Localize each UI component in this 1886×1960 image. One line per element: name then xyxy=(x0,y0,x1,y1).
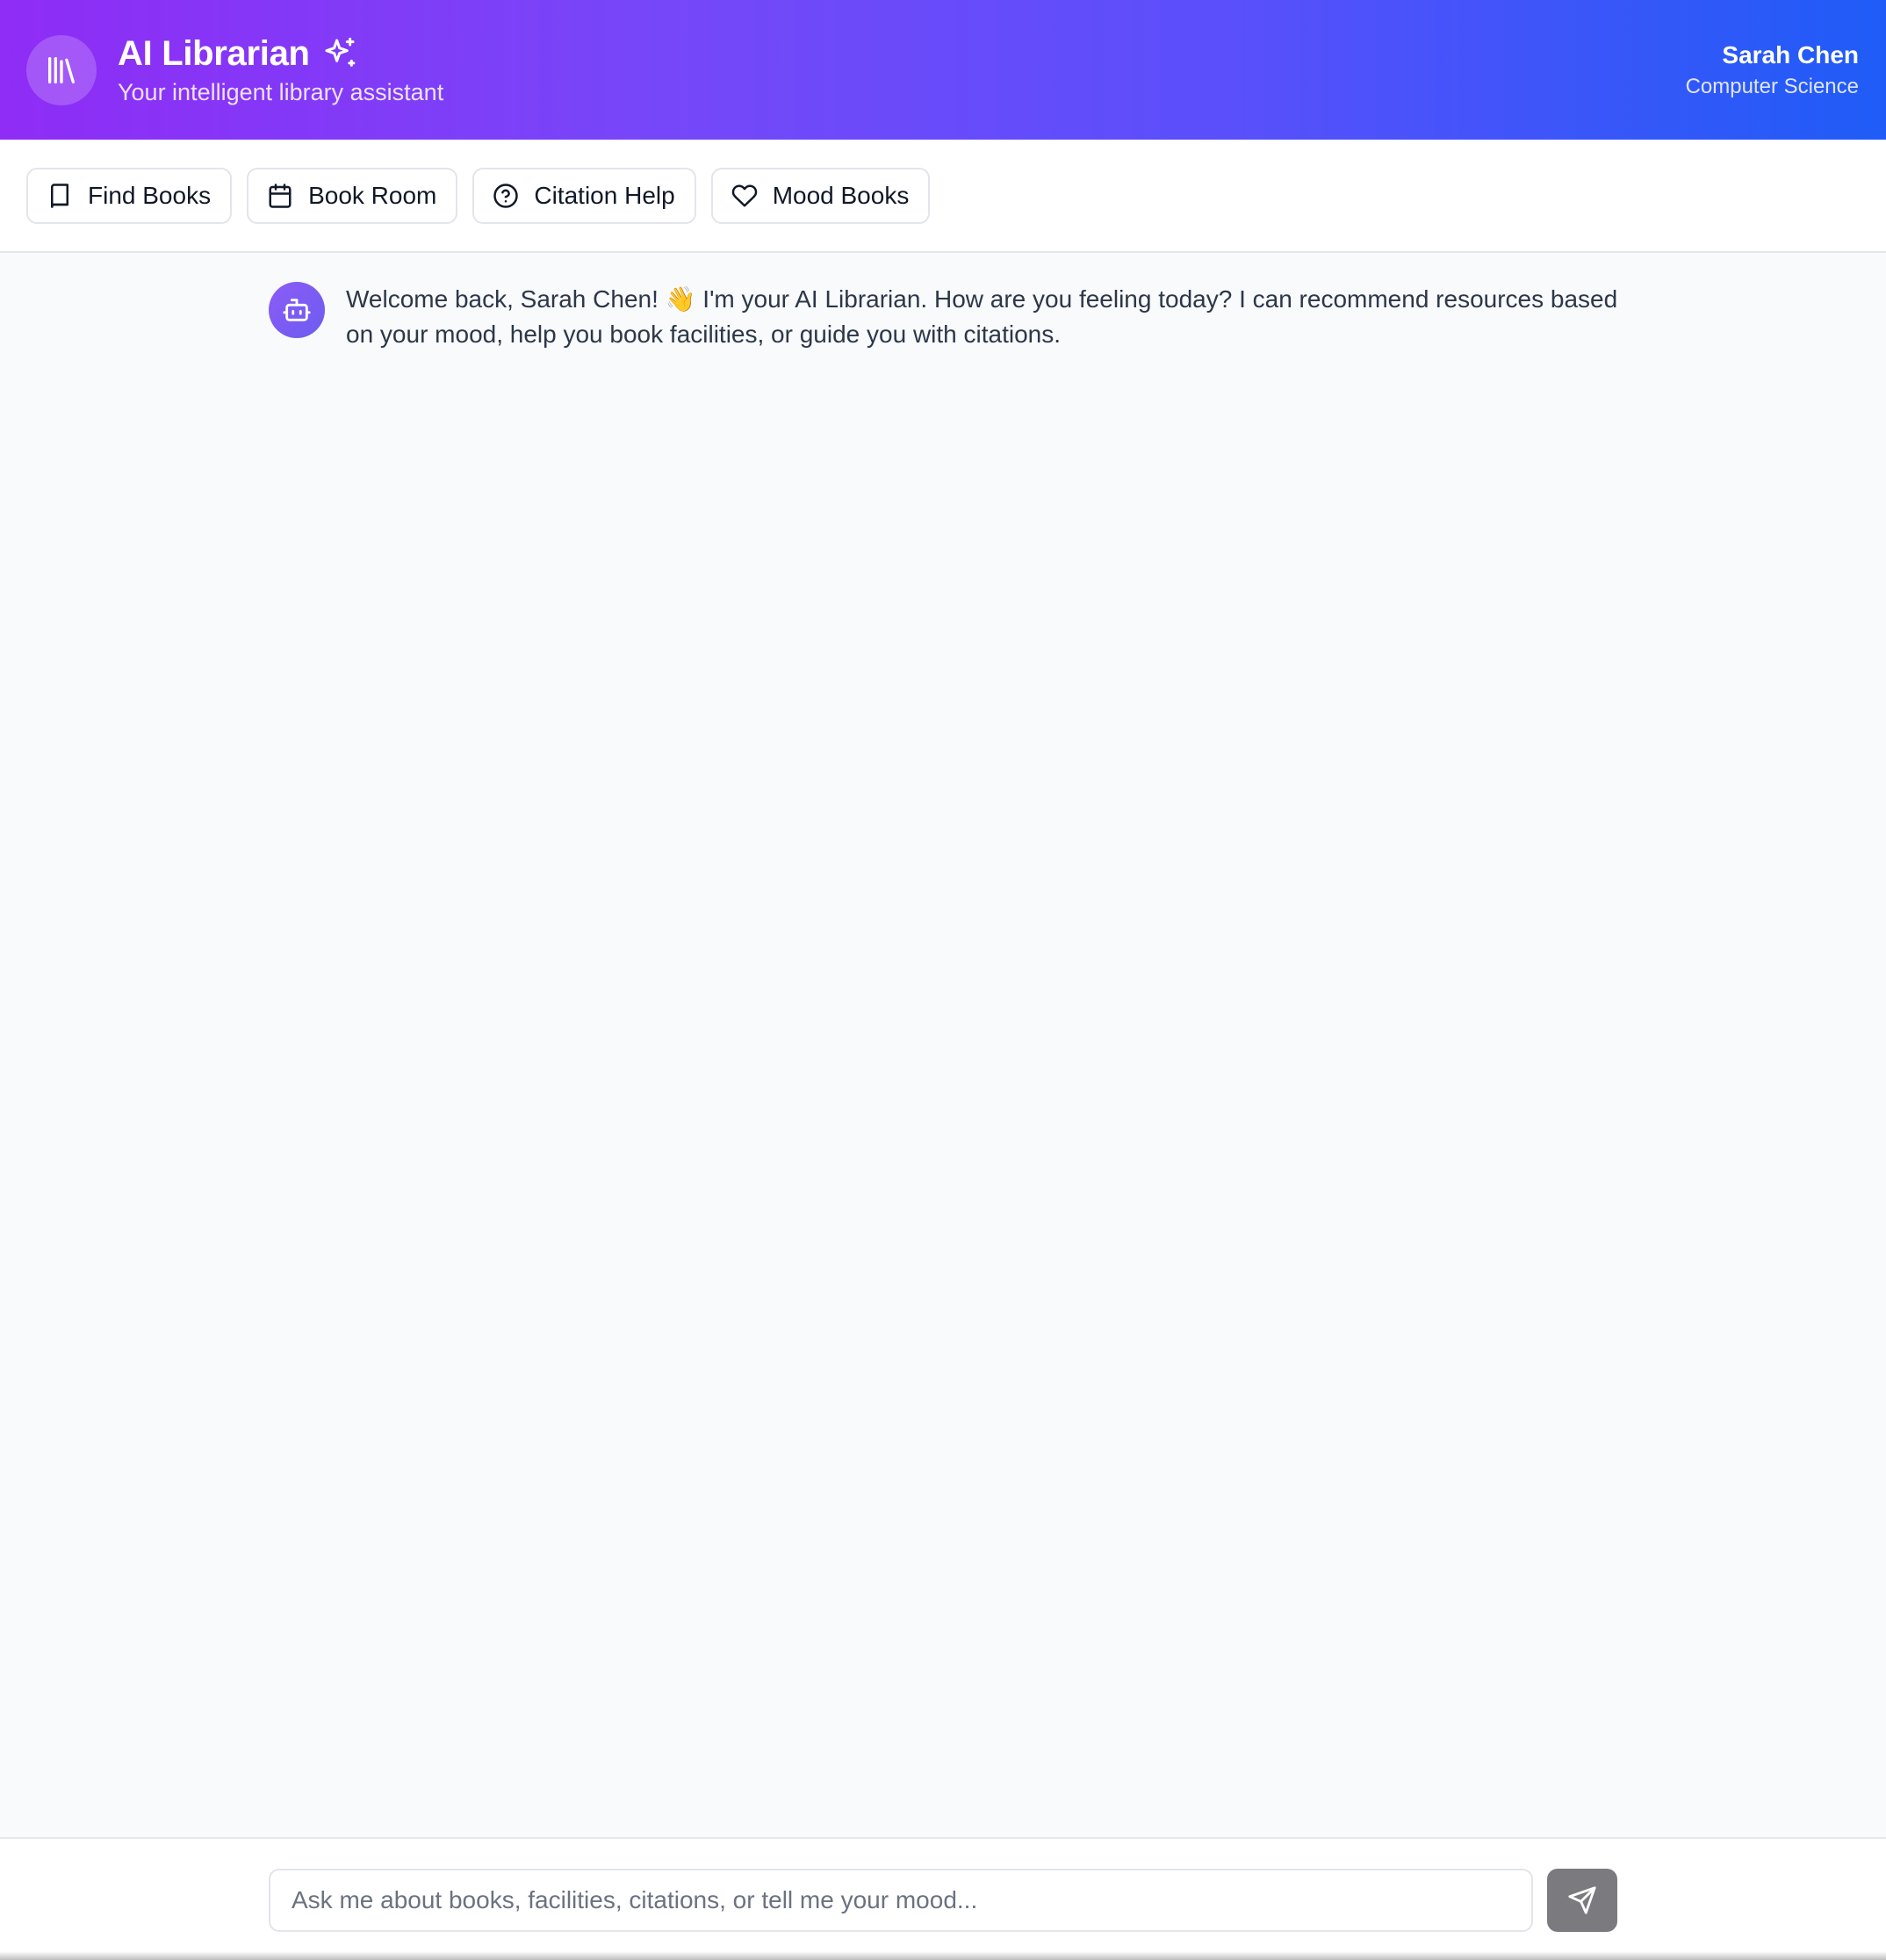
window-bottom-edge xyxy=(0,1951,1886,1960)
mood-books-button[interactable]: Mood Books xyxy=(710,167,931,224)
brand: AI Librarian Your intelligent library as… xyxy=(26,34,443,106)
app-root: AI Librarian Your intelligent library as… xyxy=(0,0,1886,1960)
help-circle-icon xyxy=(492,182,520,210)
library-icon xyxy=(26,34,97,105)
app-title: AI Librarian xyxy=(118,33,310,73)
composer-bar xyxy=(0,1837,1886,1960)
brand-text: AI Librarian Your intelligent library as… xyxy=(118,34,443,106)
user-name: Sarah Chen xyxy=(1722,40,1859,68)
quick-actions-bar: Find Books Book Room Citation Help Mood … xyxy=(0,140,1886,253)
send-icon xyxy=(1567,1885,1597,1915)
bot-icon xyxy=(269,282,325,338)
send-button[interactable] xyxy=(1547,1869,1617,1932)
title-row: AI Librarian xyxy=(118,34,443,74)
user-department: Computer Science xyxy=(1685,74,1859,98)
chat-area[interactable]: Welcome back, Sarah Chen! 👋 I'm your AI … xyxy=(0,254,1886,1837)
book-room-label: Book Room xyxy=(308,181,437,209)
app-subtitle: Your intelligent library assistant xyxy=(118,78,444,105)
citation-help-button[interactable]: Citation Help xyxy=(472,167,696,224)
user-info: Sarah Chen Computer Science xyxy=(1686,41,1859,99)
heart-icon xyxy=(731,182,759,210)
sparkles-icon xyxy=(322,36,357,71)
mood-books-label: Mood Books xyxy=(772,181,910,209)
find-books-button[interactable]: Find Books xyxy=(26,167,233,224)
chat-input[interactable] xyxy=(269,1869,1533,1932)
find-books-label: Find Books xyxy=(88,181,212,209)
calendar-icon xyxy=(266,182,294,210)
bot-message-text: Welcome back, Sarah Chen! 👋 I'm your AI … xyxy=(346,285,1618,348)
bot-message: Welcome back, Sarah Chen! 👋 I'm your AI … xyxy=(269,282,1621,352)
book-room-button[interactable]: Book Room xyxy=(247,167,458,224)
book-icon xyxy=(46,182,74,210)
app-header: AI Librarian Your intelligent library as… xyxy=(0,0,1886,140)
citation-help-label: Citation Help xyxy=(534,181,675,209)
